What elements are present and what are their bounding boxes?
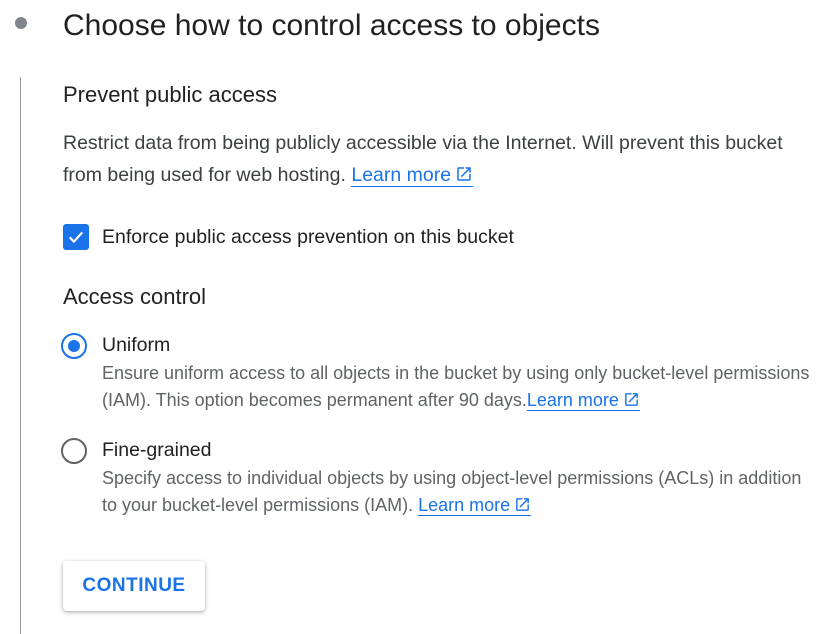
- step-indicator-dot: [15, 17, 27, 29]
- check-icon: [68, 231, 84, 244]
- radio-selected-dot: [68, 340, 80, 352]
- uniform-description-text: Ensure uniform access to all objects in …: [102, 363, 810, 410]
- learn-more-label: Learn more: [526, 390, 619, 410]
- learn-more-label: Learn more: [418, 495, 511, 515]
- uniform-option-description: Ensure uniform access to all objects in …: [102, 360, 812, 414]
- prevent-public-access-learn-more-link[interactable]: Learn more: [351, 164, 474, 187]
- uniform-radio-label[interactable]: Uniform: [102, 330, 812, 360]
- learn-more-label: Learn more: [351, 164, 452, 186]
- access-control-heading: Access control: [63, 284, 207, 309]
- uniform-radio-button[interactable]: [61, 333, 87, 359]
- enforce-prevention-checkbox-label[interactable]: Enforce public access prevention on this…: [102, 222, 514, 252]
- fine-grained-option-text: Fine-grained Specify access to individua…: [102, 435, 812, 519]
- enforce-prevention-checkbox[interactable]: [63, 224, 89, 250]
- uniform-option-text: Uniform Ensure uniform access to all obj…: [102, 330, 812, 414]
- step-title: Choose how to control access to objects: [63, 9, 600, 42]
- access-control-option-fine-grained[interactable]: Fine-grained Specify access to individua…: [61, 435, 812, 519]
- fine-grained-option-description: Specify access to individual objects by …: [102, 465, 812, 519]
- storage-bucket-step-panel: Choose how to control access to objects …: [0, 0, 819, 634]
- prevent-public-access-heading: Prevent public access: [63, 82, 277, 107]
- open-in-new-icon: [625, 393, 638, 406]
- step-connector-line: [20, 77, 21, 634]
- fine-grained-learn-more-link[interactable]: Learn more: [418, 495, 532, 516]
- continue-button[interactable]: CONTINUE: [63, 561, 205, 611]
- uniform-learn-more-link[interactable]: Learn more: [526, 390, 640, 411]
- access-control-option-uniform[interactable]: Uniform Ensure uniform access to all obj…: [61, 330, 812, 414]
- open-in-new-icon: [516, 498, 530, 511]
- enforce-prevention-checkbox-row[interactable]: Enforce public access prevention on this…: [63, 222, 514, 252]
- open-in-new-icon: [457, 167, 471, 181]
- fine-grained-radio-button[interactable]: [61, 438, 87, 464]
- fine-grained-radio-label[interactable]: Fine-grained: [102, 435, 812, 465]
- prevent-public-access-description: Restrict data from being publicly access…: [63, 127, 803, 191]
